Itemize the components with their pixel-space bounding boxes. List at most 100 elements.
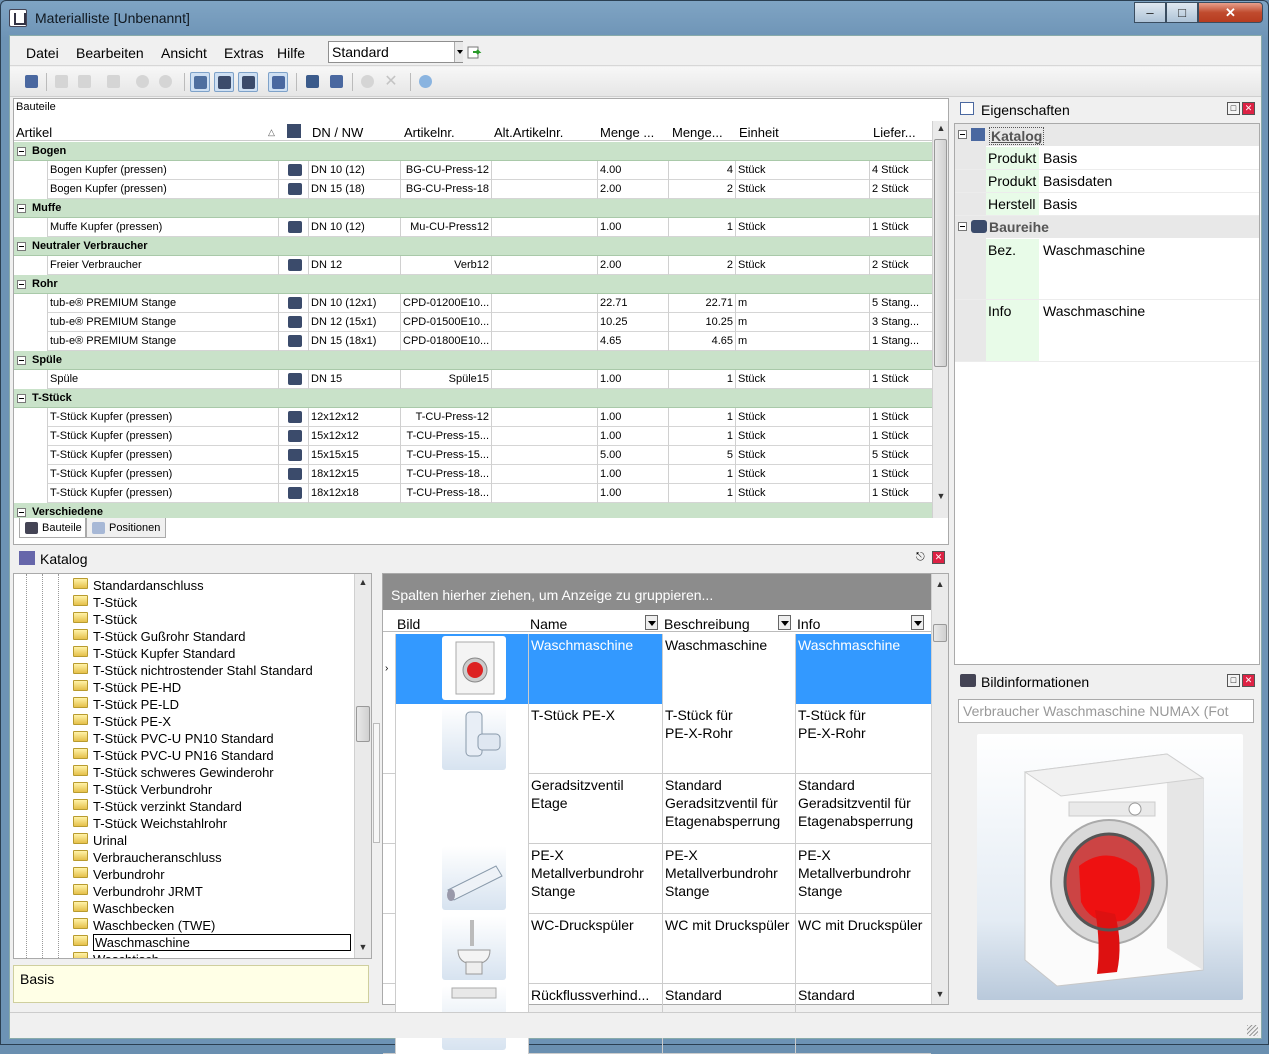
collapse-toggle[interactable] [17,356,26,365]
catalog-grid-scrollbar[interactable]: ▲ ▼ [931,574,948,1004]
add-icon[interactable] [358,72,378,92]
prop-row[interactable]: Bez. Waschmaschine [955,239,1259,300]
col-menge1[interactable]: Menge ... [600,125,654,140]
copy-icon[interactable] [104,72,124,92]
group-row[interactable]: Neutraler Verbraucher [14,237,932,256]
image-column-icon[interactable] [287,124,301,138]
table-row[interactable]: T-Stück Kupfer (pressen) 15x12x12 T-CU-Pre… [14,427,932,446]
view-list-icon[interactable] [190,72,210,92]
table-row[interactable]: Muffe Kupfer (pressen) DN 10 (12) Mu-CU-Pr… [14,218,932,237]
view-detail-icon[interactable] [238,72,258,92]
help-icon[interactable] [416,72,436,92]
maximize-button[interactable]: □ [1166,2,1198,23]
table-row[interactable]: T-Stück Kupfer (pressen) 15x15x15 T-CU-Pre… [14,446,932,465]
table-row[interactable]: Spüle DN 15 Spüle15 1.00 1 Stück 1 Stück [14,370,932,389]
save-icon[interactable] [22,72,42,92]
title-bar[interactable]: Materialliste [Unbenannt] – □ ✕ [1,1,1268,35]
col-info[interactable]: Info [797,616,820,632]
scroll-up-arrow[interactable]: ▲ [933,123,949,133]
catalog-row[interactable]: › Waschmaschine Waschmaschine Waschmaschine [383,634,931,704]
minimize-button[interactable]: – [1134,2,1166,23]
col-menge2[interactable]: Menge... [672,125,723,140]
menu-extras[interactable]: Extras [224,45,264,61]
catalog-row[interactable]: WC-Druckspüler WC mit Druckspüler WC mit D… [383,914,931,984]
tree-scroll-down[interactable]: ▼ [355,942,371,952]
parts-scrollbar[interactable]: ▲ ▼ [932,121,948,543]
col-artikelnr[interactable]: Artikelnr. [404,125,455,140]
tree-scrollbar[interactable]: ▲ ▼ [354,574,371,958]
image-select[interactable]: Verbraucher Waschmaschine NUMAX (Fot [958,699,1254,723]
catalog-close-icon[interactable]: ✕ [932,551,945,564]
table-row[interactable]: tub-e® PREMIUM Stange DN 12 (15x1) CPD-015… [14,313,932,332]
table-row[interactable]: tub-e® PREMIUM Stange DN 15 (18x1) CPD-018… [14,332,932,351]
add-parts-icon[interactable] [303,72,323,92]
col-einheit[interactable]: Einheit [739,125,779,140]
prop-section-katalog[interactable]: Katalog [955,124,1259,146]
catalog-row[interactable]: Geradsitzventil Etage Standard Geradsitzv… [383,774,931,844]
group-by-box[interactable]: Spalten hierher ziehen, um Anzeige zu gr… [383,574,931,610]
undo-icon[interactable] [133,72,153,92]
catalog-row[interactable]: T-Stück PE-X T-Stück für PE-X-Rohr T-Stück… [383,704,931,774]
group-row[interactable]: Spüle [14,351,932,370]
table-row[interactable]: Bogen Kupfer (pressen) DN 10 (12) BG-CU-Pr… [14,161,932,180]
prop-row[interactable]: Herstell Basis [955,193,1259,216]
menu-hilfe[interactable]: Hilfe [277,45,305,61]
col-bild[interactable]: Bild [397,616,420,632]
menu-datei[interactable]: Datei [26,45,59,61]
prop-row[interactable]: Produkt Basis [955,147,1259,170]
col-artikel[interactable]: Artikel [16,125,52,140]
properties-restore-icon[interactable]: □ [1227,102,1240,115]
scroll-down-arrow[interactable]: ▼ [933,491,949,501]
catalog-scroll-thumb[interactable] [933,624,947,642]
print-preview-icon[interactable] [52,72,72,92]
table-row[interactable]: T-Stück Kupfer (pressen) 18x12x15 T-CU-Pre… [14,465,932,484]
image-info-close-icon[interactable]: ✕ [1242,674,1255,687]
prop-row[interactable]: Produkt Basisdaten [955,170,1259,193]
filter-beschreibung-icon[interactable] [778,615,791,630]
group-row[interactable]: Rohr [14,275,932,294]
group-row[interactable]: Bogen [14,142,932,161]
table-row[interactable]: T-Stück Kupfer (pressen) 12x12x12 T-CU-Pre… [14,408,932,427]
close-button[interactable]: ✕ [1198,2,1263,23]
collapse-toggle[interactable] [17,394,26,403]
collapse-toggle[interactable] [17,242,26,251]
table-row[interactable]: tub-e® PREMIUM Stange DN 10 (12x1) CPD-012… [14,294,932,313]
menu-ansicht[interactable]: Ansicht [161,45,207,61]
tree-scroll-up[interactable]: ▲ [355,577,371,587]
image-info-restore-icon[interactable]: □ [1227,674,1240,687]
pin-icon[interactable]: ⎋ [916,551,925,564]
catalog-scroll-down[interactable]: ▼ [932,989,948,999]
filter-info-icon[interactable] [911,615,924,630]
layout-dropdown-arrow[interactable] [454,42,463,62]
tab-positionen[interactable]: Positionen [86,518,166,538]
layout-select[interactable]: Standard [328,41,463,63]
catalog-scroll-up[interactable]: ▲ [932,579,948,589]
col-beschreibung[interactable]: Beschreibung [664,616,750,632]
table-row[interactable]: T-Stück Kupfer (pressen) 18x12x18 T-CU-Pre… [14,484,932,503]
filter-name-icon[interactable] [645,615,658,630]
col-liefer[interactable]: Liefer... [873,125,916,140]
table-row[interactable]: Bogen Kupfer (pressen) DN 15 (18) BG-CU-Pr… [14,180,932,199]
prop-section-baureihe[interactable]: Baureihe [955,216,1259,238]
col-dn-nw[interactable]: DN / NW [312,125,363,140]
collapse-toggle[interactable] [17,204,26,213]
apply-layout-icon[interactable] [467,44,483,60]
collapse-toggle[interactable] [17,147,26,156]
group-row[interactable]: Muffe [14,199,932,218]
redo-icon[interactable] [156,72,176,92]
view-print-icon[interactable] [268,72,288,92]
catalog-splitter[interactable] [372,573,381,1003]
collapse-toggle[interactable] [17,508,26,517]
prop-row[interactable]: Info Waschmaschine [955,300,1259,362]
menu-bearbeiten[interactable]: Bearbeiten [76,45,144,61]
scroll-thumb[interactable] [934,139,947,367]
print-icon[interactable] [75,72,95,92]
export-icon[interactable] [327,72,347,92]
resize-grip[interactable] [1247,1025,1258,1036]
col-alt-artikelnr[interactable]: Alt.Artikelnr. [494,125,563,140]
collapse-toggle[interactable] [17,280,26,289]
table-row[interactable]: Freier Verbraucher DN 12 Verb12 2.00 2 Stück 2… [14,256,932,275]
group-row[interactable]: T-Stück [14,389,932,408]
view-camera-icon[interactable] [214,72,234,92]
col-name[interactable]: Name [530,616,567,632]
